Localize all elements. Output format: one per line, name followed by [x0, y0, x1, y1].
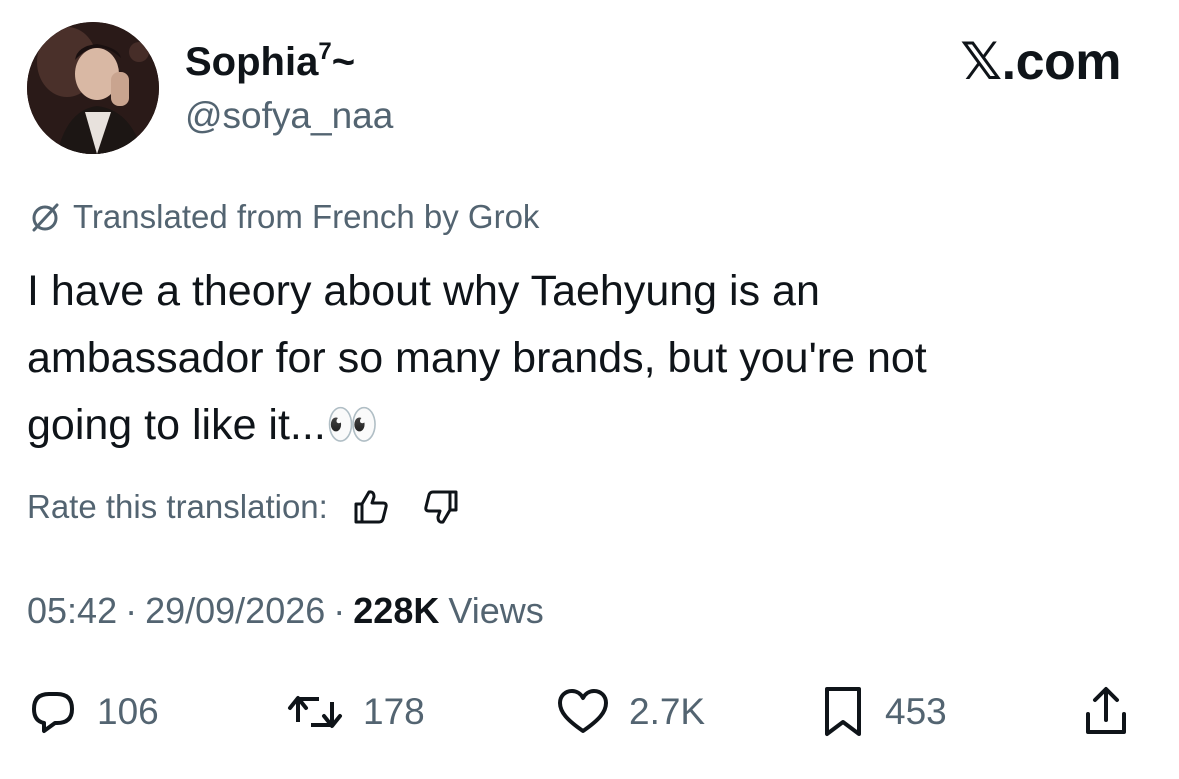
reply-count: 106 — [97, 691, 159, 732]
display-name[interactable]: Sophia7~ — [185, 38, 355, 86]
reply-button[interactable]: 106 — [27, 682, 159, 742]
translation-notice: Translated from French by Grok — [27, 196, 539, 238]
tweet-line: I have a theory about why Taehyung is an — [27, 267, 820, 315]
grok-slash-circle-icon — [27, 199, 63, 235]
tweet-meta: 05:42 · 29/09/2026 · 228K Views — [27, 588, 544, 634]
reply-icon — [27, 686, 79, 738]
repost-count: 178 — [363, 691, 425, 732]
heart-icon — [555, 686, 611, 738]
repost-icon — [285, 686, 345, 738]
rate-translation: Rate this translation: — [27, 484, 462, 530]
like-button[interactable]: 2.7K — [555, 682, 705, 742]
repost-button[interactable]: 178 — [285, 682, 425, 742]
bookmark-count: 453 — [885, 691, 947, 732]
share-button[interactable] — [1080, 682, 1132, 742]
thumbs-down-icon[interactable] — [420, 486, 462, 528]
bookmark-button[interactable]: 453 — [819, 682, 947, 742]
tweet-line: ambassador for so many brands, but you'r… — [27, 334, 927, 382]
meta-separator: · — [333, 590, 346, 631]
display-name-superscript: 7 — [318, 38, 332, 65]
x-logo-icon: 𝕏 — [960, 32, 1002, 92]
like-count: 2.7K — [629, 691, 706, 732]
share-icon — [1080, 684, 1132, 740]
tweet-time[interactable]: 05:42 — [27, 590, 117, 632]
views-label: Views — [448, 590, 544, 631]
action-bar: 106 178 2.7K 453 — [27, 682, 1152, 742]
avatar[interactable] — [27, 22, 159, 154]
tweet-text: I have a theory about why Taehyung is an… — [27, 258, 1137, 459]
display-name-suffix: ~ — [331, 40, 356, 84]
rate-translation-label: Rate this translation: — [27, 488, 328, 525]
views-count[interactable]: 228K — [353, 590, 439, 632]
brand-text: .com — [1001, 33, 1122, 91]
tweet-line: going to like it...👀 — [27, 401, 380, 449]
avatar-photo — [27, 22, 159, 154]
display-name-text: Sophia — [185, 40, 319, 84]
thumbs-up-icon[interactable] — [350, 486, 392, 528]
translation-label: Translated from French by Grok — [73, 198, 540, 235]
bookmark-icon — [819, 684, 867, 740]
meta-separator: · — [125, 590, 138, 631]
tweet-date[interactable]: 29/09/2026 — [145, 590, 325, 632]
user-handle[interactable]: @sofya_naa — [185, 93, 393, 139]
x-com-watermark: 𝕏.com — [960, 32, 1121, 92]
